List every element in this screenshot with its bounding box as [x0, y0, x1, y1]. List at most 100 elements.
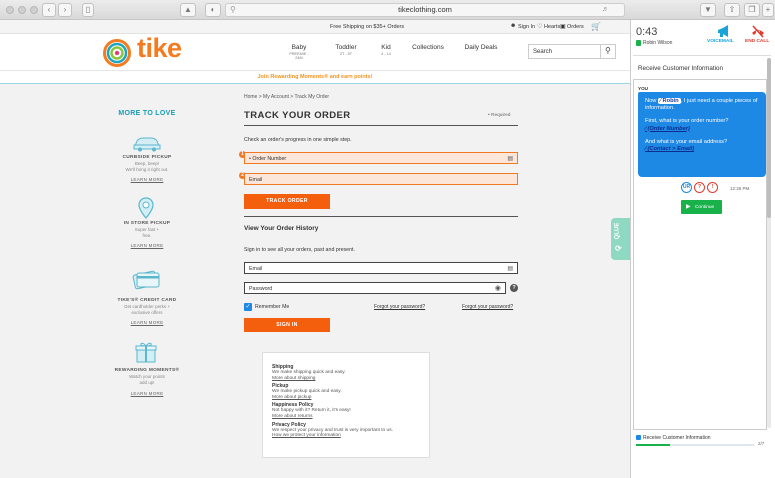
- continue-label: Continue: [694, 205, 715, 210]
- voicemail-megaphone-icon[interactable]: [716, 25, 730, 38]
- address-bar[interactable]: ⚲ tikeclothing.com ♬: [225, 3, 625, 17]
- step-status-icon: [636, 435, 641, 440]
- end-call-phone-icon[interactable]: [751, 25, 765, 38]
- history-intro: Sign in to see all your orders, past and…: [244, 247, 356, 253]
- sidebar-item-title: REWARDING MOMENTS®: [114, 368, 180, 373]
- rewards-learn-more-link[interactable]: LEARN MORE: [101, 391, 193, 396]
- search-button[interactable]: ⚲: [600, 44, 616, 59]
- user-response-chip[interactable]: UR: [681, 182, 692, 193]
- qlue-icon: ⟳: [615, 244, 622, 253]
- password-help-icon[interactable]: ?: [510, 284, 518, 292]
- panel-scrollbar[interactable]: [767, 58, 771, 428]
- qlue-tab[interactable]: ⟳ QLUE: [611, 218, 630, 260]
- download-icon[interactable]: ▼: [700, 3, 716, 17]
- qlue-label: QLUE: [614, 222, 621, 240]
- alert-chip[interactable]: !: [707, 182, 718, 193]
- credit-card-learn-more-link[interactable]: LEARN MORE: [101, 320, 193, 325]
- history-email-field[interactable]: Email ▤: [244, 262, 518, 274]
- account-icon: ☻: [510, 23, 517, 29]
- email-placeholder: Email: [249, 177, 263, 183]
- track-intro: Check an order's progress in one simple …: [244, 137, 352, 143]
- forgot-password-link[interactable]: Forgot your password?: [374, 304, 425, 310]
- orders-link[interactable]: Orders: [567, 24, 584, 30]
- credit-card-icon: [132, 270, 160, 290]
- curbside-learn-more-link[interactable]: LEARN MORE: [101, 177, 193, 182]
- sidebar-item-title: IN STORE PICKUP: [123, 221, 171, 226]
- rewards-banner[interactable]: Join Rewarding Moments® and earn points!: [0, 70, 630, 84]
- rewards-banner-text: Join Rewarding Moments® and earn points!: [257, 74, 373, 80]
- info-link-shipping[interactable]: More about shipping: [272, 376, 429, 382]
- required-note: • Required: [488, 113, 511, 118]
- signin-link[interactable]: Sign In: [518, 24, 535, 30]
- nav-sublabel: PREEMIE - 24M: [289, 52, 309, 60]
- tabs-icon[interactable]: ❐: [744, 3, 760, 17]
- nav-label: Kid: [381, 44, 391, 51]
- nav-daily-deals[interactable]: Daily Deals: [463, 44, 499, 51]
- customer-name-placeholder[interactable]: ∕ Robin: [657, 98, 681, 104]
- nav-label: Baby: [291, 44, 307, 51]
- forward-arrow-icon[interactable]: ›: [58, 3, 72, 17]
- zoom-window-icon[interactable]: [30, 6, 38, 14]
- password-field[interactable]: Password ◉: [244, 282, 506, 294]
- new-tab-icon[interactable]: +: [762, 3, 774, 17]
- speaker-label: YOU: [638, 86, 648, 91]
- sidebar-item-desc: We'll bring it right out.: [125, 167, 169, 172]
- forgot-password-link-2[interactable]: Forgot your password?: [462, 304, 513, 310]
- logo-wordmark[interactable]: tike: [137, 33, 182, 64]
- order-number-placeholder-link[interactable]: ∕ (Order Number): [645, 126, 759, 133]
- info-link-returns[interactable]: More about returns: [272, 414, 429, 420]
- email-question: And what is your email address?: [645, 138, 728, 145]
- search-placeholder: Search: [533, 49, 553, 55]
- show-password-eye-icon[interactable]: ◉: [495, 284, 501, 292]
- info-link-pickup[interactable]: More about pickup: [272, 395, 429, 401]
- share-icon[interactable]: ⇧: [724, 3, 740, 17]
- tike-logo-icon[interactable]: [102, 38, 132, 68]
- order-email-field[interactable]: Email: [244, 173, 518, 185]
- question-chip[interactable]: ?: [694, 182, 705, 193]
- end-call-button[interactable]: END CALL: [745, 39, 769, 44]
- nav-toddler[interactable]: Toddler 2T - 5T: [332, 44, 360, 56]
- continue-button[interactable]: ▶ Continue: [681, 200, 722, 214]
- hearts-link[interactable]: Hearts: [544, 24, 560, 30]
- gift-box-icon: [135, 342, 157, 363]
- search-icon: ⚲: [230, 5, 236, 14]
- sidebar-title: MORE TO LOVE: [118, 110, 176, 117]
- breadcrumb[interactable]: Home > My Account > Track My Order: [244, 94, 329, 100]
- policy-info-box: Shipping We make shipping quick and easy…: [262, 352, 430, 458]
- section-title: Receive Customer Information: [638, 65, 724, 72]
- order-number-placeholder: • Order Number: [249, 156, 287, 162]
- email-placeholder-link[interactable]: ∕ (Contact > Email): [645, 146, 759, 153]
- close-window-icon[interactable]: [6, 6, 14, 14]
- reader-icon[interactable]: ◐: [205, 3, 221, 17]
- voicemail-button[interactable]: VOICEMAIL: [707, 39, 734, 44]
- extension-icon[interactable]: ▲: [180, 3, 196, 17]
- autofill-icon[interactable]: ▤: [507, 155, 513, 162]
- agent-name: Robin Wilson: [643, 40, 673, 46]
- search-icon: ⚲: [605, 46, 611, 55]
- nav-kid[interactable]: Kid 4 - 14: [376, 44, 396, 56]
- nav-collections[interactable]: Collections: [410, 44, 446, 51]
- order-number-field[interactable]: • Order Number ▤: [244, 152, 518, 164]
- sidebar-item-title: TIKE'S® CREDIT CARD: [117, 298, 177, 303]
- remember-me-checkbox[interactable]: ✓: [244, 303, 252, 311]
- sign-in-button[interactable]: SIGN IN: [244, 318, 330, 332]
- cart-icon[interactable]: 🛒: [591, 22, 601, 31]
- audio-icon[interactable]: ♬: [602, 4, 609, 16]
- track-order-button[interactable]: TRACK ORDER: [244, 194, 330, 209]
- autofill-icon[interactable]: ▤: [507, 265, 513, 272]
- sidebar-item-desc: add up!: [139, 380, 155, 385]
- sidebar-toggle-icon[interactable]: ▯: [82, 3, 94, 17]
- minimize-window-icon[interactable]: [18, 6, 26, 14]
- nav-sublabel: 2T - 5T: [339, 52, 353, 56]
- nav-baby[interactable]: Baby PREEMIE - 24M: [287, 44, 311, 60]
- orders-icon: ▣: [560, 24, 566, 30]
- chat-top-border: [633, 79, 767, 80]
- password-placeholder: Password: [249, 286, 273, 292]
- script-progress-fill: [636, 444, 671, 446]
- info-link-privacy[interactable]: How we protect your information: [272, 433, 429, 439]
- store-pickup-learn-more-link[interactable]: LEARN MORE: [101, 243, 193, 248]
- url-text: tikeclothing.com: [398, 5, 452, 14]
- back-arrow-icon[interactable]: ‹: [42, 3, 56, 17]
- curbside-car-icon: [133, 137, 161, 152]
- history-email-placeholder: Email: [249, 266, 263, 272]
